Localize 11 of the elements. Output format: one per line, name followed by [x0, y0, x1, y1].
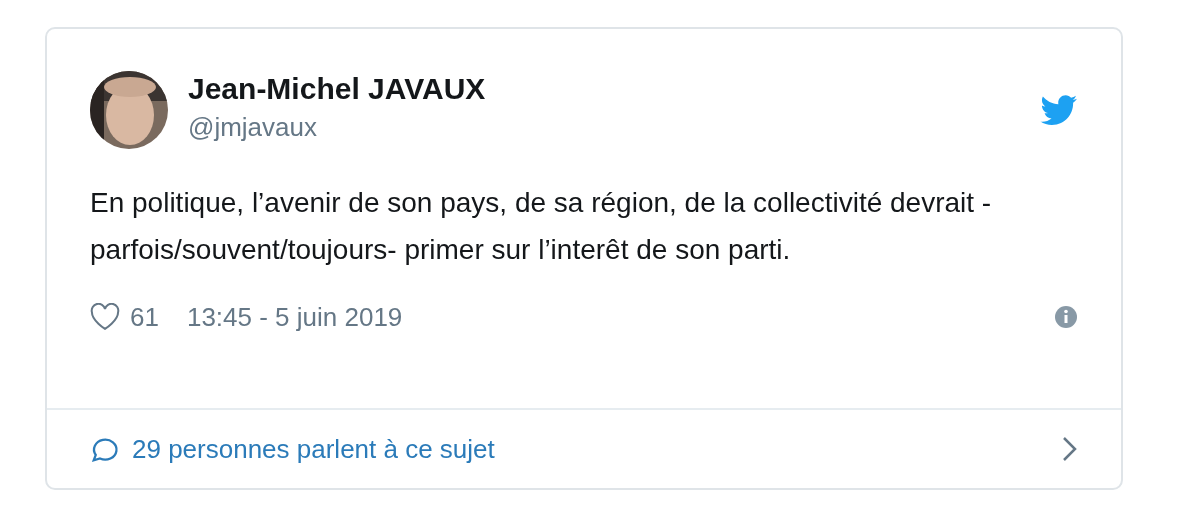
like-count: 61: [130, 301, 159, 333]
author-handle[interactable]: @jmjavaux: [188, 111, 1020, 143]
info-icon[interactable]: [1054, 305, 1078, 329]
chevron-icon[interactable]: [1062, 436, 1078, 462]
heart-icon[interactable]: [90, 303, 120, 331]
bird-icon[interactable]: [1040, 94, 1078, 126]
tweet-text: En politique, l’avenir de son pays, de sa région, de la collectivité devrait -parfois/souvent/toujours- primer sur l’interêt de son parti.: [90, 186, 993, 267]
timestamp[interactable]: 13:45 - 5 juin 2019: [186, 301, 403, 333]
speech-bubble-icon[interactable]: [90, 435, 120, 463]
conversation-link[interactable]: 29 personnes parlent à ce sujet: [132, 433, 1062, 465]
author-name[interactable]: Jean-Michel JAVAUX: [188, 71, 1020, 106]
